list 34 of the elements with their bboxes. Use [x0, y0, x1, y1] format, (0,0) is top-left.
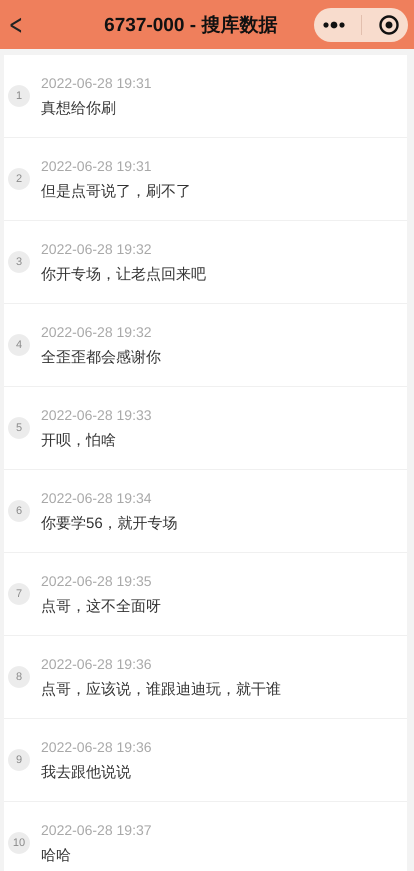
message-text: 真想给你刷	[41, 98, 117, 118]
message-time: 2022-06-28 19:36	[41, 656, 153, 672]
message-time: 2022-06-28 19:33	[41, 406, 152, 422]
message-time: 2022-06-28 19:32	[41, 324, 153, 340]
index-badge: 7	[8, 583, 30, 605]
target-icon[interactable]	[378, 14, 400, 36]
message-time: 2022-06-28 19:37	[41, 822, 152, 838]
message-text: 点哥，这不全面呀	[41, 596, 161, 616]
message-text: 你要学56，就开专场	[41, 514, 178, 532]
message-text: 点哥，应该说，谁跟迪迪玩，就干谁	[41, 680, 281, 698]
back-button[interactable]: <	[8, 10, 23, 38]
more-icon[interactable]	[322, 20, 346, 28]
message-time: 2022-06-28 19:31	[41, 74, 152, 90]
message-time: 2022-06-28 19:35	[41, 572, 153, 588]
index-badge: 2	[8, 168, 30, 190]
index-badge: 3	[8, 251, 30, 273]
index-badge: 8	[8, 666, 30, 688]
message-text: 但是点哥说了，刷不了	[41, 182, 191, 200]
message-time: 2022-06-28 19:34	[41, 490, 153, 506]
index-badge: 1	[8, 85, 30, 107]
message-time: 2022-06-28 19:31	[41, 158, 153, 174]
index-badge: 5	[8, 417, 30, 439]
message-text: 全歪歪都会感谢你	[41, 348, 161, 366]
message-text: 我去跟他说说	[41, 762, 132, 782]
message-text: 哈哈	[41, 846, 72, 864]
message-time: 2022-06-28 19:32	[41, 240, 153, 256]
index-badge: 4	[8, 334, 30, 356]
index-badge: 9	[8, 749, 30, 771]
index-badge: 6	[8, 500, 30, 522]
message-time: 2022-06-28 19:36	[41, 738, 152, 754]
page-title: 6737-000 - 搜库数据	[103, 14, 278, 38]
message-text: 你开专场，让老点回来吧	[41, 264, 206, 284]
index-badge: 10	[8, 832, 30, 854]
message-text: 开呗，怕啥	[41, 430, 117, 450]
